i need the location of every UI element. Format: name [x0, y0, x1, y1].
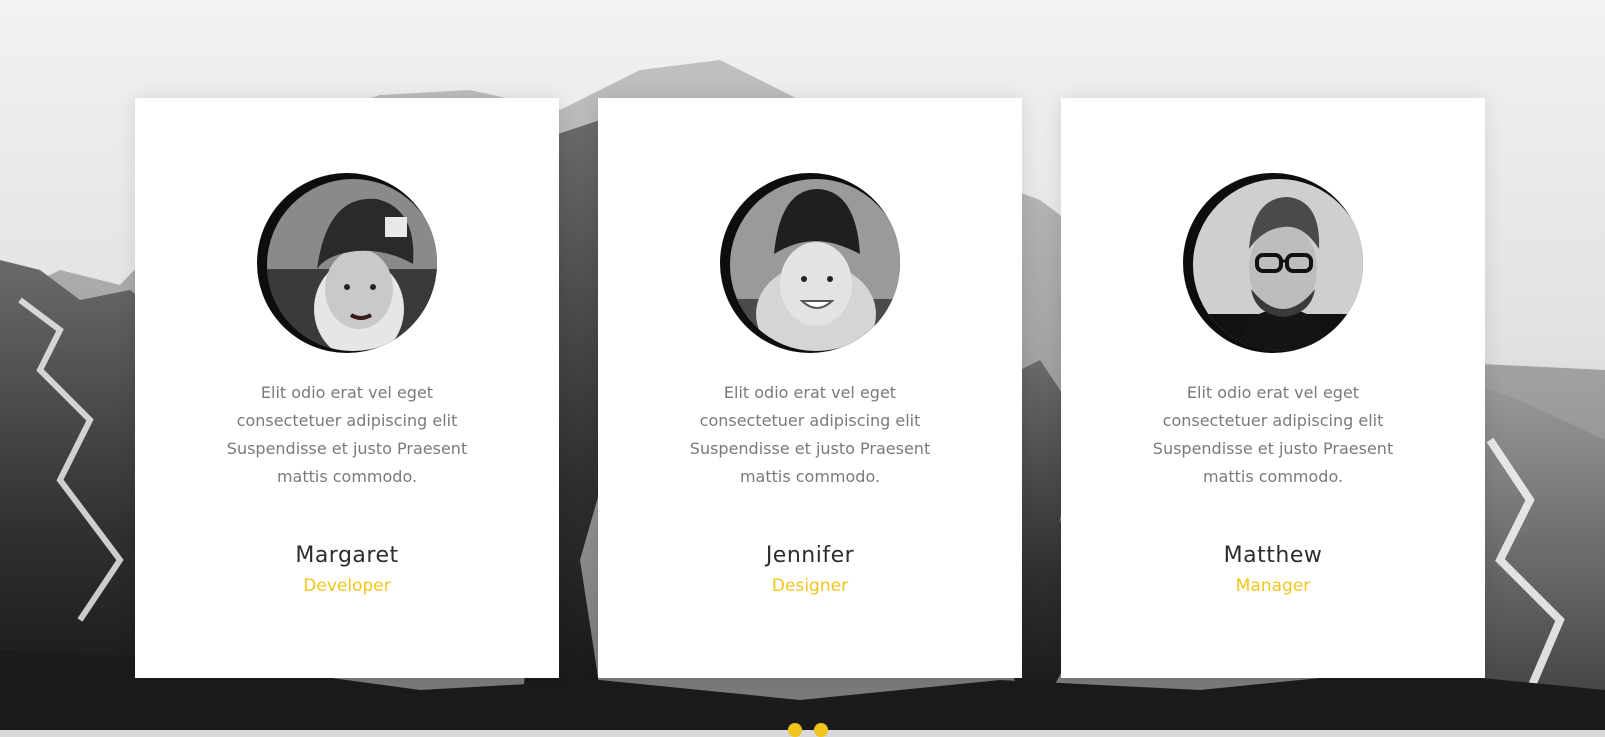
- testimonial-quote: Elit odio erat vel eget consectetuer adi…: [226, 383, 468, 486]
- woman-smiling-portrait-icon: [730, 179, 900, 351]
- testimonial-name: Matthew: [1223, 543, 1323, 568]
- man-glasses-portrait-icon: [1193, 179, 1363, 351]
- avatar: [720, 173, 900, 353]
- testimonial-quote: Elit odio erat vel eget consectetuer adi…: [1152, 383, 1394, 486]
- testimonial-role: Designer: [771, 576, 849, 596]
- avatar: [1183, 173, 1363, 353]
- testimonial-card: Elit odio erat vel eget consectetuer adi…: [135, 98, 559, 678]
- testimonial-name: Margaret: [295, 543, 399, 568]
- avatar: [257, 173, 437, 353]
- woman-beanie-portrait-icon: [267, 179, 437, 351]
- carousel-dot[interactable]: [814, 723, 828, 737]
- carousel-dot[interactable]: [788, 723, 802, 737]
- carousel-pagination: [788, 723, 828, 737]
- testimonial-card: Elit odio erat vel eget consectetuer adi…: [1061, 98, 1485, 678]
- testimonial-quote: Elit odio erat vel eget consectetuer adi…: [689, 383, 931, 486]
- testimonial-role: Manager: [1235, 576, 1311, 596]
- testimonial-name: Jennifer: [765, 543, 855, 568]
- testimonial-cards: Elit odio erat vel eget consectetuer adi…: [135, 98, 1485, 678]
- testimonial-role: Developer: [303, 576, 391, 596]
- testimonial-card: Elit odio erat vel eget consectetuer adi…: [598, 98, 1022, 678]
